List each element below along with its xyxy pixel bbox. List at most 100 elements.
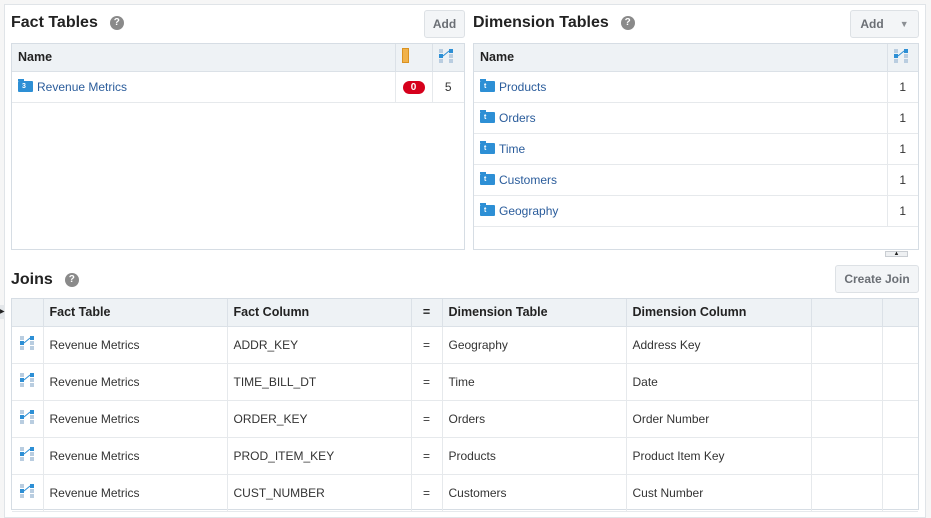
- help-icon[interactable]: ?: [109, 16, 124, 30]
- operator-cell: =: [411, 437, 443, 475]
- add-fact-table-button[interactable]: Add: [424, 10, 465, 38]
- joins-title: Joins ?: [11, 271, 79, 289]
- column-header-fact-column[interactable]: Fact Column: [227, 299, 412, 327]
- fact-column-cell: ADDR_KEY: [227, 326, 412, 364]
- empty-cell: [882, 326, 918, 364]
- fact-table-cell: Revenue Metrics: [43, 400, 228, 438]
- operator-cell: =: [411, 326, 443, 364]
- dimension-table-icon: t: [480, 78, 495, 92]
- join-row[interactable]: Revenue Metrics TIME_BILL_DT = Time Date: [12, 363, 918, 401]
- ruler-icon: [401, 48, 409, 64]
- table-row[interactable]: t Customers 1: [474, 164, 918, 196]
- help-icon[interactable]: ?: [620, 16, 635, 30]
- empty-cell: [811, 326, 883, 364]
- fact-column-cell: CUST_NUMBER: [227, 474, 412, 512]
- column-header-joins[interactable]: [432, 44, 464, 72]
- dimension-tables-table: Name t Products 1 t Orders 1 t Time 1 t Customers 1…: [473, 43, 919, 250]
- column-header-operator[interactable]: =: [411, 299, 443, 327]
- empty-cell: [882, 400, 918, 438]
- fact-table-cell: Revenue Metrics: [43, 363, 228, 401]
- empty-cell: [882, 437, 918, 475]
- operator-cell: =: [411, 363, 443, 401]
- joins-table: Fact Table Fact Column = Dimension Table Dim…: [11, 298, 919, 512]
- dimension-table-link[interactable]: Time: [499, 142, 525, 156]
- column-header-fact-table[interactable]: Fact Table: [43, 299, 228, 327]
- joins-count: 1: [887, 102, 918, 134]
- empty-cell: [882, 474, 918, 512]
- help-icon[interactable]: ?: [64, 273, 79, 287]
- column-header-extra-1[interactable]: [811, 299, 883, 327]
- dimension-table-link[interactable]: Customers: [499, 173, 557, 187]
- join-row[interactable]: Revenue Metrics ADDR_KEY = Geography Address…: [12, 326, 918, 364]
- dimension-table-link[interactable]: Geography: [499, 204, 558, 218]
- join-icon: [20, 336, 35, 350]
- operator-cell: =: [411, 474, 443, 512]
- column-header-name[interactable]: Name: [474, 44, 888, 72]
- join-row[interactable]: Revenue Metrics ORDER_KEY = Orders Order Num…: [12, 400, 918, 438]
- dimension-column-cell: Address Key: [626, 326, 812, 364]
- joins-count: 1: [887, 133, 918, 165]
- collapse-handle[interactable]: ▲: [885, 251, 908, 257]
- table-row[interactable]: t Geography 1: [474, 195, 918, 227]
- join-icon: [893, 48, 908, 63]
- dimension-table-icon: t: [480, 140, 495, 154]
- dimension-table-link[interactable]: Products: [499, 80, 546, 94]
- empty-cell: [882, 363, 918, 401]
- fact-column-cell: ORDER_KEY: [227, 400, 412, 438]
- empty-cell: [811, 437, 883, 475]
- empty-cell: [811, 474, 883, 512]
- dimension-column-cell: Order Number: [626, 400, 812, 438]
- dimension-table-icon: t: [480, 202, 495, 216]
- join-row[interactable]: Revenue Metrics CUST_NUMBER = Customers Cust…: [12, 474, 918, 512]
- dimension-tables-title: Dimension Tables ?: [473, 14, 635, 32]
- fact-column-cell: PROD_ITEM_KEY: [227, 437, 412, 475]
- column-header-joins[interactable]: [887, 44, 918, 72]
- join-icon: [20, 484, 35, 498]
- dimension-table-cell: Orders: [442, 400, 627, 438]
- dimension-table-cell: Products: [442, 437, 627, 475]
- fact-table-link[interactable]: Revenue Metrics: [37, 80, 127, 94]
- empty-cell: [811, 363, 883, 401]
- column-header-measures[interactable]: [395, 44, 433, 72]
- joins-count: 1: [887, 71, 918, 103]
- join-icon: [20, 410, 35, 424]
- joins-count: 1: [887, 195, 918, 227]
- join-icon: [20, 447, 35, 461]
- column-header-name[interactable]: Name: [12, 44, 396, 72]
- measures-badge[interactable]: 0: [402, 81, 425, 94]
- table-row[interactable]: t Products 1: [474, 71, 918, 103]
- dimension-table-cell: Customers: [442, 474, 627, 512]
- dimension-column-cell: Cust Number: [626, 474, 812, 512]
- table-row[interactable]: t Time 1: [474, 133, 918, 165]
- join-icon: [438, 48, 453, 63]
- fact-table-cell: Revenue Metrics: [43, 326, 228, 364]
- column-header-dimension-table[interactable]: Dimension Table: [442, 299, 627, 327]
- create-join-button[interactable]: Create Join: [835, 265, 919, 293]
- add-dimension-table-button[interactable]: Add ▼: [850, 10, 919, 38]
- fact-table-cell: Revenue Metrics: [43, 474, 228, 512]
- operator-cell: =: [411, 400, 443, 438]
- fact-column-cell: TIME_BILL_DT: [227, 363, 412, 401]
- dimension-table-cell: Geography: [442, 326, 627, 364]
- dimension-column-cell: Product Item Key: [626, 437, 812, 475]
- fact-table-cell: Revenue Metrics: [43, 437, 228, 475]
- dimension-table-icon: t: [480, 171, 495, 185]
- dimension-table-icon: t: [480, 109, 495, 123]
- expand-arrow-icon[interactable]: ▶: [0, 305, 5, 319]
- fact-table-icon: 3: [18, 78, 33, 92]
- table-row[interactable]: 3 Revenue Metrics 0 5: [12, 71, 464, 103]
- fact-tables-title: Fact Tables ?: [11, 14, 124, 32]
- table-row[interactable]: t Orders 1: [474, 102, 918, 134]
- column-header-dimension-column[interactable]: Dimension Column: [626, 299, 812, 327]
- join-row[interactable]: Revenue Metrics PROD_ITEM_KEY = Products Pro…: [12, 437, 918, 475]
- empty-cell: [811, 400, 883, 438]
- column-header-icon-column[interactable]: [12, 299, 44, 327]
- joins-count: 1: [887, 164, 918, 196]
- dimension-table-link[interactable]: Orders: [499, 111, 536, 125]
- chevron-down-icon: ▼: [899, 19, 909, 29]
- join-icon: [20, 373, 35, 387]
- joins-count: 5: [432, 71, 464, 103]
- dimension-table-cell: Time: [442, 363, 627, 401]
- column-header-extra-2[interactable]: [882, 299, 918, 327]
- dimension-column-cell: Date: [626, 363, 812, 401]
